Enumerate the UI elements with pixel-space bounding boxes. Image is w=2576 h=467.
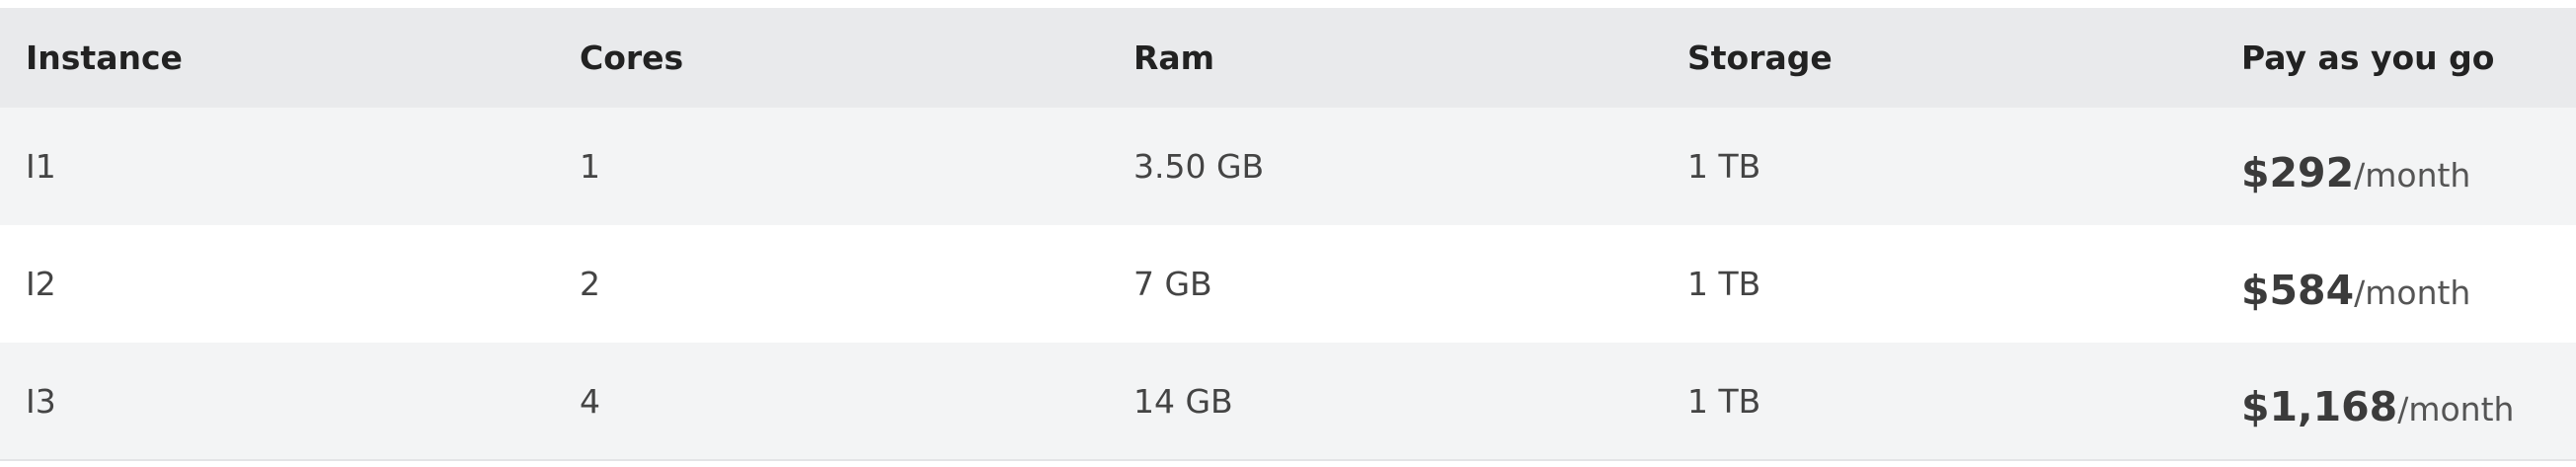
instance-cell: I2 — [26, 265, 56, 303]
price-cell: $584/month — [2216, 225, 2576, 343]
cores-cell: 2 — [580, 265, 600, 303]
storage-cell: 1 TB — [1687, 381, 1761, 421]
ram-cell: 14 GB — [1133, 381, 1233, 421]
price-cell: $1,168/month — [2216, 343, 2576, 460]
table-header: Instance Cores Ram Storage Pay as you go — [0, 8, 2576, 108]
storage-cell: 1 TB — [1687, 265, 1761, 303]
price-period: /month — [2354, 272, 2471, 312]
table-row: I1 1 3.50 GB 1 TB $292/month — [0, 108, 2576, 225]
table-body: I1 1 3.50 GB 1 TB $292/month I2 2 7 GB 1… — [0, 108, 2576, 460]
price-amount: $292 — [2241, 148, 2355, 196]
ram-cell: 7 GB — [1133, 265, 1212, 303]
header-cores: Cores — [580, 39, 684, 77]
price-period: /month — [2354, 155, 2471, 195]
header-storage: Storage — [1687, 39, 1833, 77]
table-row: I3 4 14 GB 1 TB $1,168/month — [0, 343, 2576, 460]
header-pay-as-you-go: Pay as you go — [2241, 39, 2495, 77]
price-amount: $584 — [2241, 266, 2355, 314]
price-cell: $292/month — [2216, 108, 2576, 225]
instance-cell: I3 — [26, 381, 56, 421]
instance-cell: I1 — [26, 147, 56, 186]
price-amount: $1,168 — [2241, 383, 2398, 430]
cores-cell: 1 — [580, 147, 600, 186]
pricing-table: Instance Cores Ram Storage Pay as you go… — [0, 8, 2576, 461]
ram-cell: 3.50 GB — [1133, 147, 1265, 186]
price-period: /month — [2397, 390, 2515, 428]
header-instance: Instance — [26, 39, 183, 77]
header-ram: Ram — [1133, 39, 1215, 77]
header-row: Instance Cores Ram Storage Pay as you go — [0, 8, 2576, 108]
storage-cell: 1 TB — [1687, 147, 1761, 186]
table-row: I2 2 7 GB 1 TB $584/month — [0, 225, 2576, 343]
cores-cell: 4 — [580, 381, 600, 421]
